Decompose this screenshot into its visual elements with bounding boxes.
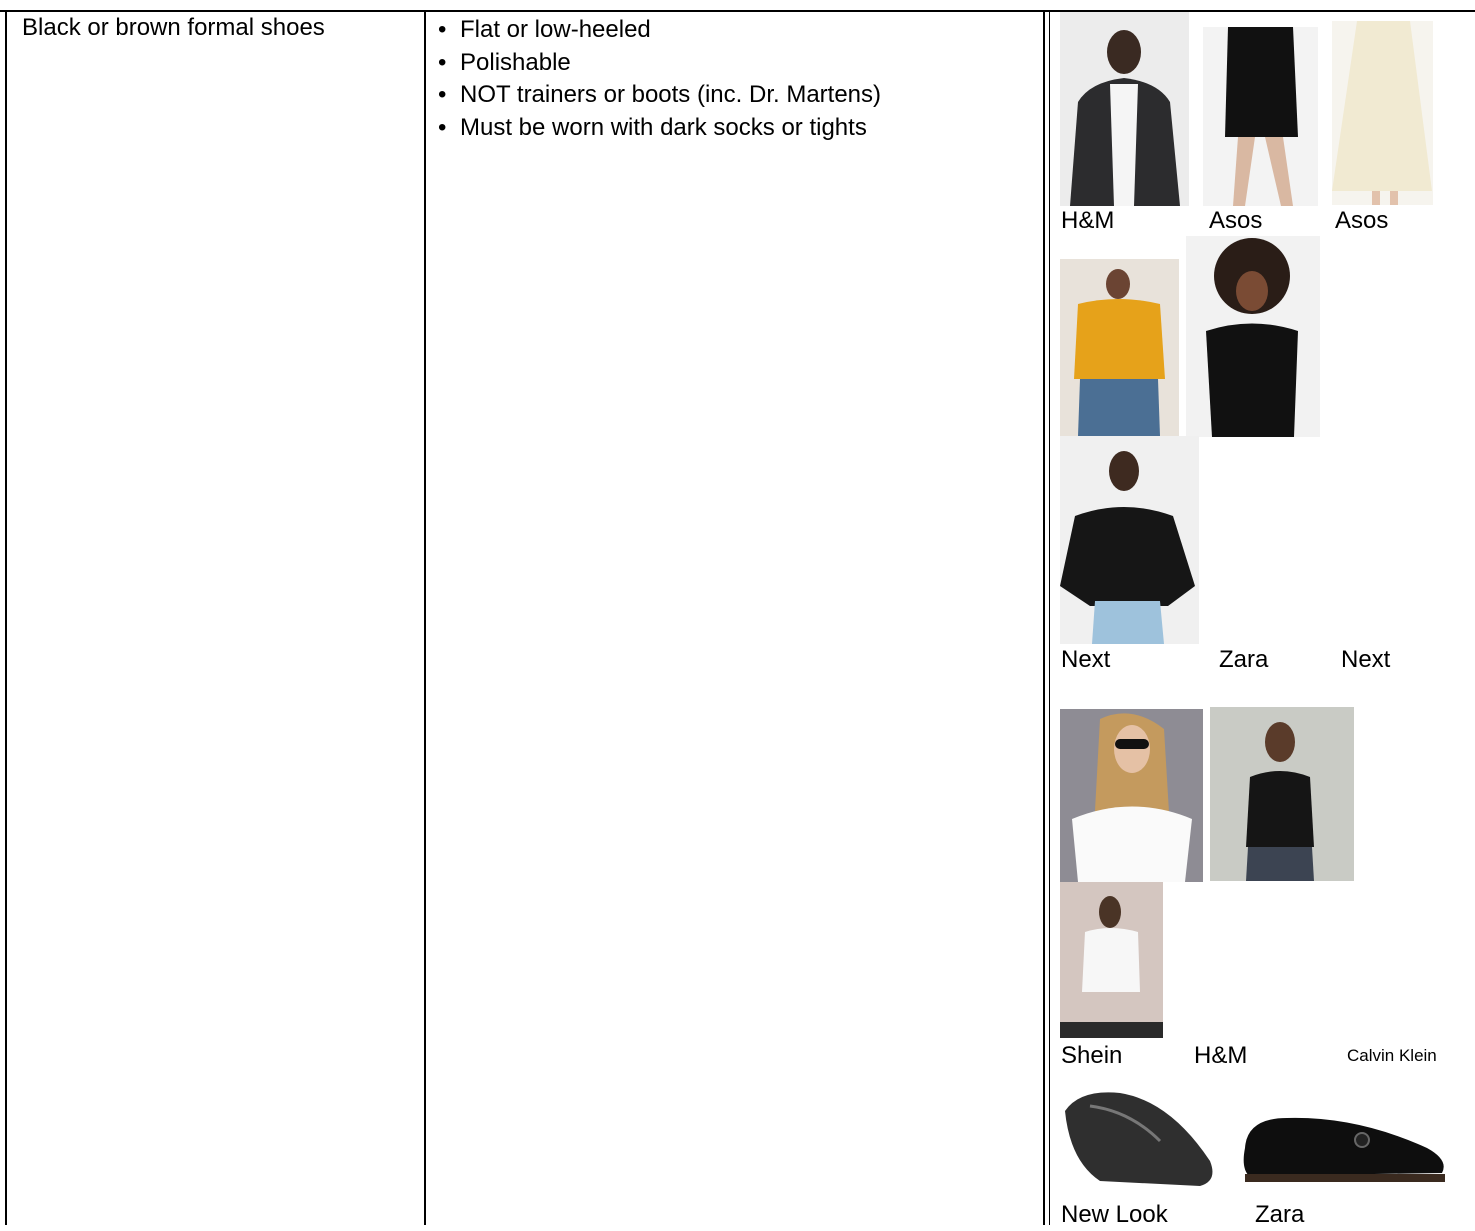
requirement-item: • Polishable xyxy=(438,48,571,76)
midi-skirt-photo xyxy=(1332,21,1433,205)
white-top-photo xyxy=(1060,709,1203,882)
brand-label: Asos xyxy=(1209,207,1263,234)
column-divider-2b xyxy=(1049,10,1050,1225)
column-divider-1 xyxy=(424,10,426,1225)
pencil-skirt-photo xyxy=(1203,27,1318,206)
table-left-border xyxy=(5,10,7,1225)
black-tee-photo xyxy=(1186,236,1320,437)
requirement-item: • Flat or low-heeled xyxy=(438,16,651,43)
black-vest-photo xyxy=(1210,707,1354,881)
tassel-loafer-photo xyxy=(1237,1088,1450,1200)
brand-label: Zara xyxy=(1219,646,1269,673)
requirement-item: • Must be worn with dark socks or tights xyxy=(438,113,867,141)
brand-label: Next xyxy=(1341,646,1391,673)
brand-label: Asos xyxy=(1335,207,1389,234)
white-cap-sleeve-photo xyxy=(1060,882,1163,1038)
brand-label: Shein xyxy=(1061,1042,1123,1069)
column-divider-2 xyxy=(1043,10,1045,1225)
brand-label: H&M xyxy=(1194,1042,1248,1069)
blazer-photo xyxy=(1060,12,1189,206)
patent-brogue-photo xyxy=(1060,1071,1222,1199)
brand-label: Zara xyxy=(1255,1201,1305,1228)
brand-label: H&M xyxy=(1061,207,1115,234)
item-name-cell: Black or brown formal shoes xyxy=(22,14,325,41)
brand-label: New Look xyxy=(1061,1201,1168,1228)
requirements-list: • Flat or low-heeled • Polishable • NOT tra… xyxy=(438,14,881,144)
brand-label: Calvin Klein xyxy=(1347,1046,1437,1065)
yellow-jumper-photo xyxy=(1060,259,1179,436)
brand-label: Next xyxy=(1061,646,1111,673)
sheer-blouse-photo xyxy=(1060,436,1199,644)
requirement-item: • NOT trainers or boots (inc. Dr. Martens… xyxy=(438,81,882,108)
